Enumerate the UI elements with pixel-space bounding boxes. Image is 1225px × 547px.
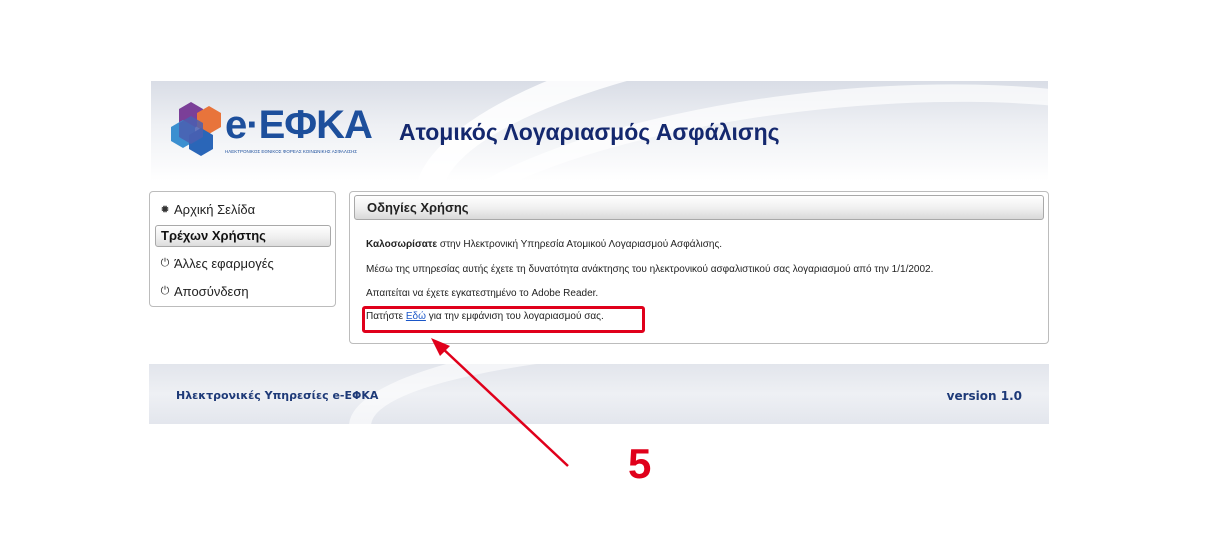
page-title: Ατομικός Λογαριασμός Ασφάλισης [399, 119, 780, 145]
site-header: e·ΕΦΚΑ ΗΛΕΚΤΡΟΝΙΚΟΣ ΕΘΝΙΚΟΣ ΦΟΡΕΑΣ ΚΟΙΝΩ… [151, 81, 1048, 181]
annotation-highlight-box [362, 306, 645, 333]
sidebar-item-home[interactable]: ✹ Αρχική Σελίδα [160, 202, 255, 217]
welcome-rest: στην Ηλεκτρονική Υπηρεσία Ατομικού Λογαρ… [437, 239, 723, 250]
welcome-text: Καλοσωρίσατε στην Ηλεκτρονική Υπηρεσία Α… [366, 239, 722, 250]
sidebar-menu: ✹ Αρχική Σελίδα Τρέχων Χρήστης ⏻ Άλλες ε… [149, 191, 336, 307]
sidebar-item-current-user[interactable]: Τρέχων Χρήστης [155, 225, 331, 247]
annotation-step-number: 5 [628, 440, 652, 487]
footer-services-text: Ηλεκτρονικές Υπηρεσίες e-ΕΦΚΑ [176, 389, 379, 402]
sidebar-item-label: Άλλες εφαρμογές [174, 256, 274, 271]
efka-logo[interactable]: e·ΕΦΚΑ ΗΛΕΚΤΡΟΝΙΚΟΣ ΕΘΝΙΚΟΣ ΦΟΡΕΑΣ ΚΟΙΝΩ… [169, 99, 373, 161]
welcome-bold: Καλοσωρίσατε [366, 239, 438, 250]
sidebar-item-label: Αρχική Σελίδα [174, 202, 256, 217]
service-description: Μέσω της υπηρεσίας αυτής έχετε τη δυνατό… [366, 264, 934, 275]
power-icon: ⏻ [160, 257, 170, 269]
logo-subtitle: ΗΛΕΚΤΡΟΝΙΚΟΣ ΕΘΝΙΚΟΣ ΦΟΡΕΑΣ ΚΟΙΝΩΝΙΚΗΣ Α… [225, 149, 358, 154]
efka-logo-icon [171, 102, 221, 156]
sidebar-item-logout[interactable]: ⏻ Αποσύνδεση [160, 284, 249, 299]
sidebar-item-other-apps[interactable]: ⏻ Άλλες εφαρμογές [160, 256, 274, 271]
site-footer: Ηλεκτρονικές Υπηρεσίες e-ΕΦΚΑ version 1.… [149, 364, 1049, 424]
power-icon: ⏻ [160, 285, 170, 297]
footer-version: version 1.0 [946, 389, 1022, 403]
adobe-requirement: Απαιτείται να έχετε εγκατεστημένο το Ado… [366, 288, 599, 299]
sidebar-item-label: Αποσύνδεση [174, 284, 249, 299]
gear-icon: ✹ [160, 204, 170, 216]
panel-heading: Οδηγίες Χρήσης [354, 195, 1044, 220]
footer-decoration [349, 364, 1049, 424]
logo-text: e·ΕΦΚΑ [225, 103, 373, 147]
